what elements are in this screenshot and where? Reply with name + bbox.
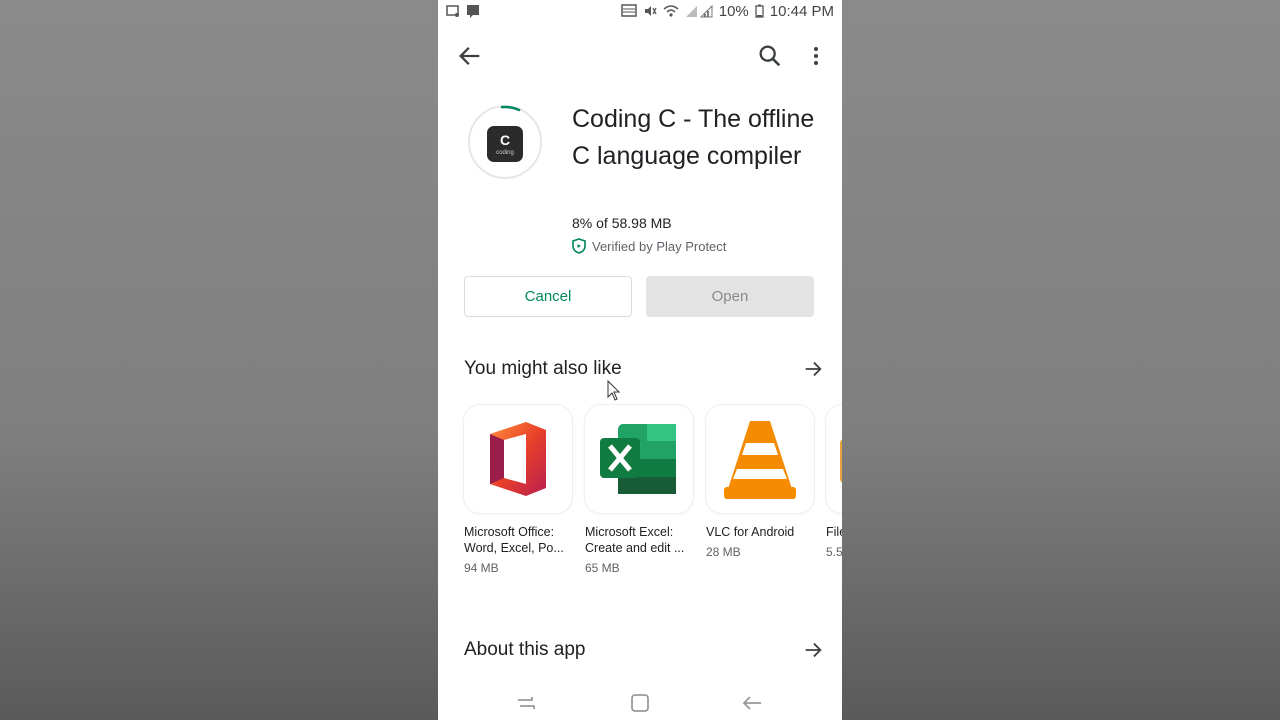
about-header[interactable]: About this app: [464, 635, 824, 665]
suggestion-size: 28 MB: [706, 545, 741, 559]
office-app-icon: [464, 405, 572, 513]
excel-logo-icon: [600, 424, 676, 494]
more-vert-icon[interactable]: [806, 42, 826, 70]
excel-app-icon: [585, 405, 693, 513]
arrow-forward-icon[interactable]: [802, 639, 824, 661]
suggestions-carousel[interactable]: Microsoft Office: Word, Excel, Po... 94 …: [464, 405, 842, 585]
play-protect-label: Verified by Play Protect: [592, 238, 727, 254]
suggestion-card-vlc[interactable]: VLC for Android 28 MB: [706, 405, 816, 559]
about-title: About this app: [464, 639, 586, 660]
battery-icon: [755, 4, 764, 18]
shield-check-icon: [572, 238, 586, 254]
app-icon-container: C coding: [468, 105, 542, 179]
system-nav-bar: [438, 688, 842, 716]
cancel-button[interactable]: Cancel: [464, 276, 632, 317]
suggestion-card-files[interactable]: File 5.5: [826, 405, 842, 559]
battery-percent: 10%: [718, 2, 749, 20]
suggestion-name: File: [826, 525, 842, 539]
suggestion-name: Microsoft Excel: Create and edit ...: [585, 525, 685, 555]
suggestions-header[interactable]: You might also like: [464, 354, 824, 384]
home-icon[interactable]: [629, 692, 651, 714]
arrow-forward-icon[interactable]: [802, 358, 824, 380]
mouse-cursor-icon: [607, 380, 621, 401]
download-progress-text: 8% of 58.98 MB: [572, 215, 672, 231]
vlc-app-icon: [706, 405, 814, 513]
open-button[interactable]: Open: [646, 276, 814, 317]
app-icon: C coding: [487, 126, 523, 162]
signal-icon: [685, 4, 713, 18]
suggestions-title: You might also like: [464, 358, 622, 379]
recent-apps-icon[interactable]: [515, 692, 537, 714]
suggestion-size: 65 MB: [585, 561, 620, 575]
app-title: Coding C - The offline C language compil…: [572, 105, 815, 170]
cast-icon: [621, 4, 637, 17]
clock: 10:44 PM: [769, 2, 834, 20]
vlc-cone-icon: [724, 421, 796, 499]
app-icon-sub: coding: [496, 150, 514, 156]
files-app-icon: [826, 405, 842, 513]
files-logo-icon: [840, 439, 842, 483]
suggestion-card-excel[interactable]: Microsoft Excel: Create and edit ... 65 …: [585, 405, 695, 575]
screen-cast-icon: [446, 5, 459, 17]
suggestion-card-office[interactable]: Microsoft Office: Word, Excel, Po... 94 …: [464, 405, 574, 575]
message-icon: [467, 5, 479, 18]
phone-screen: 10% 10:44 PM C coding Coding C - The off…: [438, 0, 842, 720]
status-bar: 10% 10:44 PM: [438, 0, 842, 22]
arrow-back-icon[interactable]: [456, 42, 484, 70]
play-protect-badge: Verified by Play Protect: [572, 238, 726, 254]
suggestion-size: 94 MB: [464, 561, 499, 575]
app-bar: [438, 36, 842, 76]
wifi-icon: [663, 5, 679, 17]
mute-icon: [644, 6, 657, 16]
suggestion-name: VLC for Android: [706, 525, 795, 539]
app-icon-letter: C: [499, 132, 511, 148]
suggestion-size: 5.5: [826, 545, 842, 559]
nav-back-icon[interactable]: [741, 692, 763, 714]
search-icon[interactable]: [756, 42, 784, 70]
suggestion-name: Microsoft Office: Word, Excel, Po...: [464, 525, 564, 555]
office-logo-icon: [490, 422, 546, 496]
